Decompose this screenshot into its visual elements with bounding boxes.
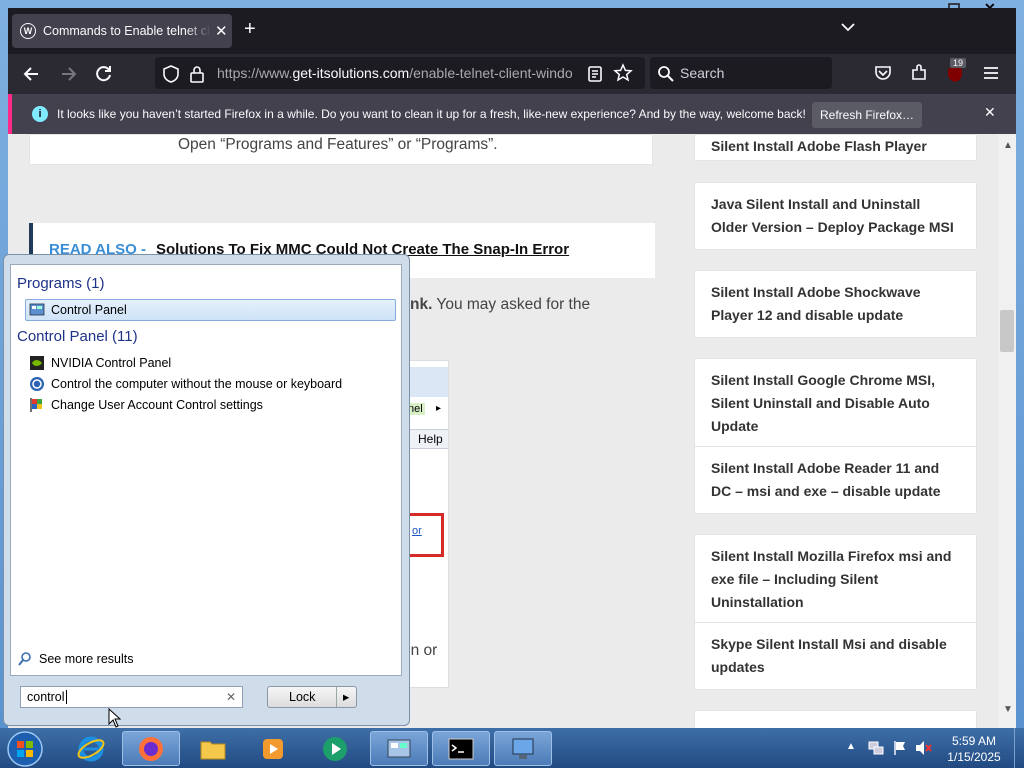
clear-search-icon[interactable]: ✕: [226, 687, 236, 707]
start-menu-results: [10, 264, 402, 676]
figure-header: [404, 367, 448, 397]
reader-view-icon[interactable]: [587, 65, 603, 88]
taskbar-media-player[interactable]: [244, 731, 302, 766]
figure-arrow-icon: ▸: [436, 403, 442, 414]
notification-text: It looks like you haven’t started Firefo…: [57, 107, 806, 121]
sidebar-link[interactable]: Silent Install Adobe Reader 11 and DC – …: [694, 446, 977, 514]
network-tray-icon[interactable]: [868, 740, 884, 761]
lock-icon[interactable]: [189, 65, 205, 88]
url-prefix: https://www.: [217, 65, 293, 81]
search-field[interactable]: Search: [650, 57, 832, 89]
taskbar-cmd[interactable]: [432, 731, 490, 766]
paragraph-fragment: nk. You may asked for the: [410, 296, 590, 314]
forward-icon[interactable]: [58, 64, 78, 89]
action-center-flag-icon[interactable]: [892, 740, 908, 761]
ublock-badge: 19: [950, 58, 967, 68]
start-search-value: control: [27, 690, 65, 704]
info-icon: i: [32, 106, 48, 122]
shield-icon[interactable]: [163, 65, 179, 88]
control-panel-taskbar-icon: [387, 739, 411, 757]
firefox-icon: [139, 736, 163, 761]
extensions-icon[interactable]: [910, 64, 928, 87]
command-prompt-icon: [448, 738, 474, 759]
folder-icon: [200, 741, 226, 759]
search-placeholder: Search: [680, 65, 725, 81]
sidebar-link[interactable]: Java Silent Install and Uninstall Older …: [694, 182, 977, 250]
taskbar-firefox[interactable]: [122, 731, 180, 766]
wordpress-icon: W: [20, 23, 36, 39]
new-tab-button[interactable]: +: [244, 18, 256, 41]
see-more-label: See more results: [39, 652, 134, 666]
cp-item-uac[interactable]: Change User Account Control settings: [29, 397, 263, 413]
step-text: Open “Programs and Features” or “Program…: [178, 136, 498, 153]
url-path: /enable-telnet-client-windo: [409, 65, 573, 81]
search-icon: [657, 65, 675, 88]
cp-item-label: Change User Account Control settings: [51, 398, 263, 412]
figure-link: or: [412, 525, 422, 537]
sidebar-link[interactable]: Silent Install Google Chrome MSI, Silent…: [694, 358, 977, 449]
lock-options-arrow[interactable]: ▸: [336, 687, 349, 707]
sidebar-link[interactable]: Skype Silent Install Msi and disable upd…: [694, 622, 977, 690]
bookmark-star-icon[interactable]: [613, 63, 633, 88]
volume-muted-icon[interactable]: [914, 740, 932, 761]
clock-time: 5:59 AM: [951, 734, 997, 748]
uac-flag-icon: [29, 397, 45, 413]
menu-hamburger-icon[interactable]: [982, 64, 1000, 87]
taskbar-control-panel[interactable]: [370, 731, 428, 766]
tab-active[interactable]: W Commands to Enable telnet client ✕: [12, 14, 232, 48]
show-desktop-button[interactable]: [1014, 728, 1024, 768]
lock-label: Lock: [289, 690, 316, 704]
media-center-icon: [323, 736, 347, 761]
fragment-text: You may asked for the: [432, 296, 591, 313]
pocket-icon[interactable]: [874, 64, 892, 87]
programs-header: Programs (1): [17, 275, 105, 292]
internet-explorer-icon: [77, 736, 105, 761]
program-item-label: Control Panel: [51, 303, 127, 317]
taskbar-ie[interactable]: [62, 731, 120, 766]
media-player-icon: [263, 738, 283, 759]
control-panel-header: Control Panel (11): [17, 328, 138, 345]
control-panel-icon: [29, 302, 45, 318]
cp-item-label: NVIDIA Control Panel: [51, 356, 172, 370]
refresh-firefox-button[interactable]: Refresh Firefox…: [812, 102, 922, 128]
start-search-input[interactable]: control ✕: [20, 686, 243, 708]
computer-icon: [512, 738, 534, 759]
scroll-thumb[interactable]: [1000, 310, 1014, 352]
nvidia-icon: [29, 355, 45, 371]
sidebar-link[interactable]: Silent Install Adobe Flash Player: [694, 134, 977, 161]
url-bar[interactable]: https://www.get-itsolutions.com/enable-t…: [155, 57, 645, 89]
notification-close-icon[interactable]: ✕: [984, 104, 996, 121]
magnifier-icon: [17, 651, 33, 667]
sidebar-link-partial[interactable]: [694, 710, 977, 728]
start-orb[interactable]: [6, 730, 44, 768]
system-clock[interactable]: 5:59 AM 1/15/2025: [938, 733, 1010, 765]
scroll-down-icon[interactable]: ▼: [1003, 704, 1013, 715]
taskbar-network[interactable]: [494, 731, 552, 766]
taskbar-explorer[interactable]: [184, 731, 242, 766]
reload-icon[interactable]: [94, 64, 114, 89]
show-hidden-icons[interactable]: ▲: [846, 741, 856, 752]
cp-item-nvidia[interactable]: NVIDIA Control Panel: [29, 355, 171, 371]
page-scrollbar[interactable]: ▲ ▼: [998, 134, 1016, 728]
cp-item-label: Control the computer without the mouse o…: [51, 377, 343, 391]
sidebar-link[interactable]: Silent Install Mozilla Firefox msi and e…: [694, 534, 977, 625]
fragment-bold: nk.: [410, 296, 433, 313]
sidebar-link[interactable]: Silent Install Adobe Shockwave Player 12…: [694, 270, 977, 338]
ease-of-access-icon: [29, 376, 45, 392]
cp-item-ease-of-access[interactable]: Control the computer without the mouse o…: [29, 376, 342, 392]
see-more-results[interactable]: See more results: [17, 651, 133, 667]
list-tabs-icon[interactable]: [840, 20, 856, 38]
taskbar-media-center[interactable]: [306, 731, 364, 766]
tab-close-icon[interactable]: ✕: [215, 22, 228, 40]
program-item-control-panel[interactable]: Control Panel: [29, 302, 127, 318]
text-caret: [65, 690, 67, 704]
figure-highlight: [404, 513, 444, 557]
scroll-up-icon[interactable]: ▲: [1003, 140, 1013, 151]
figure-help: Help: [418, 432, 443, 446]
url-domain: get-itsolutions.com: [292, 65, 410, 81]
back-icon[interactable]: [22, 64, 42, 89]
tab-title: Commands to Enable telnet client: [43, 24, 211, 38]
lock-button[interactable]: Lock ▸: [267, 686, 357, 708]
clock-date: 1/15/2025: [947, 750, 1001, 764]
